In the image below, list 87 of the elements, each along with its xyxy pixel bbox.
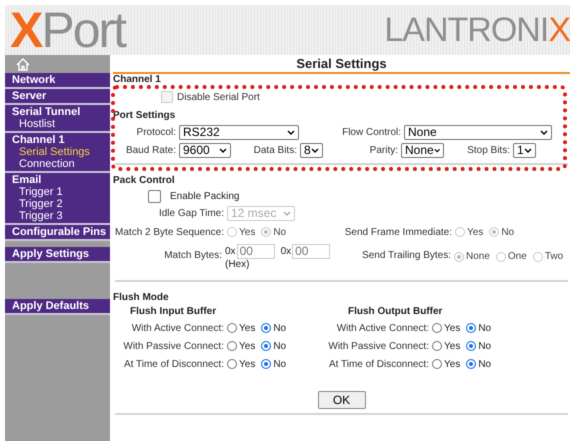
radio-button[interactable]: [466, 323, 476, 333]
field-label: At Time of Disconnect:: [328, 358, 430, 370]
nav-link[interactable]: Hostlist: [5, 118, 110, 130]
option-label: Two: [544, 251, 564, 262]
caret-icon: [283, 210, 291, 216]
option-label: Yes: [444, 322, 460, 334]
field-label: Stop Bits:: [466, 144, 511, 156]
nav-link[interactable]: Serial Tunnel: [5, 106, 110, 118]
nav-link[interactable]: Channel 1: [5, 134, 110, 146]
option-label: No: [273, 322, 286, 334]
field-label: Idle Gap Time:: [158, 208, 225, 218]
caret-icon: [287, 130, 295, 134]
checkbox[interactable]: [148, 190, 161, 202]
radio-button[interactable]: [261, 323, 272, 333]
radio-button[interactable]: [432, 341, 442, 351]
caret-icon: [524, 148, 532, 152]
option-label: Yes: [467, 226, 484, 238]
radio-button[interactable]: [466, 359, 476, 369]
field-label: Match 2 Byte Sequence:: [114, 226, 225, 238]
field-label: Flow Control:: [341, 126, 402, 138]
nav-link[interactable]: Connection: [5, 158, 110, 170]
option-label: No: [478, 322, 492, 334]
dropdown[interactable]: 1: [513, 142, 536, 158]
nav-link[interactable]: Trigger 3: [5, 210, 110, 222]
caret-icon: [311, 148, 319, 152]
field-label: At Time of Disconnect:: [122, 358, 225, 370]
radio-button[interactable]: [261, 359, 272, 369]
field-label: Protocol:: [136, 126, 177, 138]
section-title: Pack Control: [113, 175, 176, 186]
option-label: Yes: [239, 322, 256, 334]
hex-prefix: 0x: [225, 246, 236, 257]
radio-button[interactable]: [227, 341, 237, 351]
field-label: With Passive Connect:: [122, 340, 225, 352]
option-label: Yes: [239, 226, 256, 238]
field-label: Data Bits:: [252, 144, 298, 156]
field-label: With Active Connect:: [130, 322, 225, 334]
radio-button[interactable]: [466, 341, 476, 351]
section-title: Flush Mode: [113, 292, 170, 303]
option-label: Yes: [444, 358, 460, 370]
option-label: One: [508, 251, 527, 262]
ok-button[interactable]: OK: [318, 391, 366, 409]
nav-link[interactable]: Serial Settings: [5, 146, 110, 158]
checkbox-label: Disable Serial Port: [177, 92, 260, 102]
option-label: No: [273, 358, 286, 370]
dropdown[interactable]: RS232: [179, 124, 299, 140]
dropdown[interactable]: 9600: [179, 142, 231, 158]
hex-note: (Hex): [225, 259, 250, 270]
option-label: No: [478, 358, 492, 370]
field-label: Send Frame Immediate:: [344, 226, 453, 238]
radio-button[interactable]: [432, 359, 442, 369]
field-label: Match Bytes:: [163, 250, 223, 261]
radio-button[interactable]: [432, 323, 442, 333]
radio-button[interactable]: [227, 359, 237, 369]
section-title: Channel 1: [113, 74, 163, 84]
page-title: Serial Settings: [296, 56, 387, 71]
section-title: Port Settings: [113, 110, 176, 121]
home-icon[interactable]: [16, 58, 30, 70]
nav-link[interactable]: Trigger 1: [5, 186, 110, 198]
option-label: Yes: [444, 340, 460, 352]
group-title: Flush Input Buffer: [130, 306, 218, 317]
caret-icon: [434, 148, 440, 152]
radio-button[interactable]: [261, 341, 272, 351]
group-title: Flush Output Buffer: [348, 306, 444, 317]
checkbox-label: Enable Packing: [170, 190, 240, 202]
dropdown[interactable]: 8: [300, 142, 323, 158]
radio-button[interactable]: [227, 323, 237, 333]
option-label: No: [501, 226, 514, 238]
dropdown[interactable]: None: [404, 124, 552, 140]
option-label: Yes: [239, 358, 256, 370]
field-label: With Passive Connect:: [328, 340, 430, 352]
nav-link[interactable]: Email: [5, 174, 110, 186]
option-label: No: [273, 226, 286, 238]
option-label: Yes: [239, 340, 256, 352]
field-label: Send Trailing Bytes:: [361, 250, 452, 261]
field-label: With Active Connect:: [336, 322, 430, 334]
lantronix-logo: LANTRONIX: [384, 13, 570, 47]
caret-icon: [540, 130, 548, 134]
option-label: No: [478, 340, 492, 352]
option-label: No: [273, 340, 286, 352]
dropdown[interactable]: None: [401, 142, 444, 158]
hex-prefix: 0x: [280, 246, 292, 257]
caret-icon: [219, 148, 227, 152]
option-label: None: [466, 251, 490, 262]
xport-logo: XPort: [10, 5, 126, 55]
field-label: Baud Rate:: [124, 144, 177, 156]
field-label: Parity:: [368, 144, 399, 156]
nav-link[interactable]: Trigger 2: [5, 198, 110, 210]
